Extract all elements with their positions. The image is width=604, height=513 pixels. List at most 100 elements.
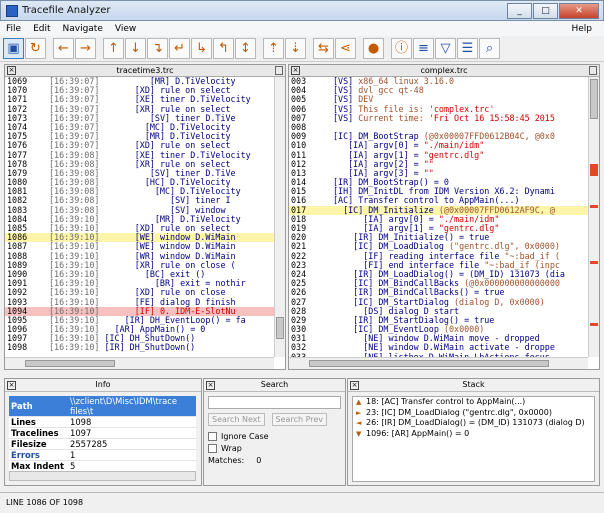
wrap-label: Wrap [221, 444, 242, 453]
info-key: Lines [9, 416, 68, 428]
search-prev-button[interactable]: Search Prev [271, 413, 328, 426]
stack-item[interactable]: ▼ 1096: [AR] AppMain() = 0 [353, 429, 594, 440]
stack-item-text: 18: [AC] Transfer control to AppMain(...… [366, 397, 526, 406]
stack-item[interactable]: ▲ 18: [AC] Transfer control to AppMain(..… [353, 397, 594, 408]
lines-icon[interactable]: ≡ [413, 38, 434, 59]
trace-text: [VS] [333, 112, 359, 123]
stack-arrow-icon: ◄ [356, 419, 362, 427]
stack-item[interactable]: ◄ 26: [IR] DM_LoadDialog() = (DM_ID) 1310… [353, 418, 594, 429]
trace-line[interactable]: 007 [VS] Current time: 'Fri Oct 16 15:58:… [289, 112, 588, 123]
info-row[interactable]: Errors 1 [9, 449, 196, 461]
close-pane-icon[interactable]: × [7, 66, 16, 75]
info-key: Tracelines [9, 427, 68, 439]
ignore-case-checkbox[interactable] [208, 432, 217, 441]
trace-text: 'Fri Oct 16 15:58:45 2015 [428, 112, 555, 123]
open-file-icon[interactable]: ▣ [3, 38, 24, 59]
step-over-icon[interactable]: ↴ [147, 38, 168, 59]
trace-text: [IR] DH_ShutDown() [104, 342, 196, 353]
menu-bar: File Edit Navigate View Help [0, 21, 604, 36]
status-bar: LINE 1086 OF 1098 [0, 492, 604, 513]
info-panel: × Info Path \\zclient\D\Misc\IDM\trace fil… [4, 378, 202, 486]
next-error-icon[interactable]: ⇣ [285, 38, 306, 59]
right-vscrollbar[interactable] [588, 77, 599, 357]
maximize-button[interactable]: □ [533, 3, 558, 19]
step-into-icon[interactable]: ↳ [191, 38, 212, 59]
menu-help[interactable]: Help [565, 24, 598, 34]
left-pane-title: tracetime3.trc [116, 66, 174, 75]
info-icon[interactable]: ⓘ [391, 38, 412, 59]
left-vscrollbar[interactable] [274, 77, 285, 357]
info-title: Info [95, 380, 111, 389]
info-value: 2557285 [68, 438, 196, 450]
info-row[interactable]: Tracelines 1097 [9, 427, 196, 439]
stack-arrow-icon: ▲ [356, 398, 362, 406]
forward-icon[interactable]: → [75, 38, 96, 59]
menu-view[interactable]: View [109, 24, 142, 34]
info-key: Errors [9, 449, 68, 461]
app-icon [6, 4, 18, 17]
map-pin-icon[interactable]: ● [363, 38, 384, 59]
menu-navigate[interactable]: Navigate [57, 24, 109, 34]
step-up-down-icon[interactable]: ↕ [235, 38, 256, 59]
list-icon[interactable]: ☰ [457, 38, 478, 59]
info-table: Path \\zclient\D\Misc\IDM\trace files\t Li… [9, 396, 196, 472]
info-key: Filesize [9, 438, 68, 450]
menu-edit[interactable]: Edit [27, 24, 56, 34]
step-down-icon[interactable]: ↓ [125, 38, 146, 59]
go-first-icon[interactable]: ↑ [103, 38, 124, 59]
matches-label: Matches: [208, 456, 245, 465]
search-input[interactable] [208, 396, 341, 409]
pin-icon[interactable] [589, 66, 597, 75]
stack-item-text: 26: [IR] DM_LoadDialog() = (DM_ID) 13107… [366, 418, 585, 427]
info-value: 1098 [68, 416, 196, 428]
pin-icon[interactable] [275, 66, 283, 75]
share-icon[interactable]: ⋖ [335, 38, 356, 59]
info-value: 1 [68, 449, 196, 461]
stack-arrow-icon: ▼ [356, 429, 362, 438]
split-icon[interactable]: ⇆ [313, 38, 334, 59]
stack-list[interactable]: ▲ 18: [AC] Transfer control to AppMain(..… [352, 396, 595, 482]
right-hscrollbar[interactable] [289, 357, 588, 369]
info-key: Path [9, 396, 68, 417]
toolbar: ▣ ↻ ← → ↑ ↓ ↴ ↵ ↳ ↰ ↕ ⇡ ⇣ ⇆ ⋖ ● ⓘ ≡ ▽ ☰ … [0, 36, 604, 62]
left-trace-pane: × tracetime3.trc 1069 [16:39:07] [MR] D.Ti… [4, 64, 286, 370]
info-row[interactable]: Lines 1098 [9, 416, 196, 428]
trace-line[interactable]: 1098 [16:39:10] [IR] DH_ShutDown() [5, 343, 274, 352]
filter-icon[interactable]: ▽ [435, 38, 456, 59]
close-info-icon[interactable]: × [7, 381, 16, 390]
search-icon[interactable]: ⌕ [479, 38, 500, 59]
close-stack-icon[interactable]: × [350, 381, 359, 390]
right-trace-pane: × complex.trc 003 [VS] x86_64 linux 3.16.0… [288, 64, 600, 370]
close-button[interactable]: ✕ [559, 3, 599, 19]
window-title: Tracefile Analyzer [22, 5, 111, 16]
search-title: Search [260, 380, 289, 389]
stack-item[interactable]: ► 23: [IC] DM_LoadDialog ("gentrc.dlg", 0… [353, 408, 594, 419]
ignore-case-label: Ignore Case [221, 432, 269, 441]
minimize-button[interactable]: _ [507, 3, 532, 19]
left-trace-lines[interactable]: 1069 [16:39:07] [MR] D.TiVelocity 1070 [16:… [5, 77, 274, 357]
trace-text: (dialog D, 0x0000) [454, 296, 545, 307]
right-trace-lines[interactable]: 003 [VS] x86_64 linux 3.16.0 004 [VS] dvl g… [289, 77, 588, 357]
info-row[interactable]: Path \\zclient\D\Misc\IDM\trace files\t [9, 396, 196, 417]
step-back-icon[interactable]: ↰ [213, 38, 234, 59]
search-next-button[interactable]: Search Next [208, 413, 265, 426]
left-hscrollbar[interactable] [5, 357, 274, 369]
info-value: 1097 [68, 427, 196, 439]
trace-text: Current time: [358, 112, 429, 123]
reload-icon[interactable]: ↻ [25, 38, 46, 59]
menu-file[interactable]: File [0, 24, 27, 34]
stack-item-text: 1096: [AR] AppMain() = 0 [366, 428, 470, 438]
info-hscrollbar[interactable] [9, 471, 196, 481]
info-row[interactable]: Max Indent 5 [9, 460, 196, 472]
step-return-icon[interactable]: ↵ [169, 38, 190, 59]
info-row[interactable]: Filesize 2557285 [9, 438, 196, 450]
search-panel: × Search Search Next Search Prev Ignore C… [203, 378, 346, 486]
close-pane-icon[interactable]: × [291, 66, 300, 75]
title-bar: Tracefile Analyzer _ □ ✕ [0, 0, 604, 21]
prev-error-icon[interactable]: ⇡ [263, 38, 284, 59]
back-icon[interactable]: ← [53, 38, 74, 59]
wrap-checkbox[interactable] [208, 444, 217, 453]
timestamp: [16:39:10] [49, 342, 105, 353]
close-search-icon[interactable]: × [206, 381, 215, 390]
matches-value: 0 [256, 456, 262, 465]
